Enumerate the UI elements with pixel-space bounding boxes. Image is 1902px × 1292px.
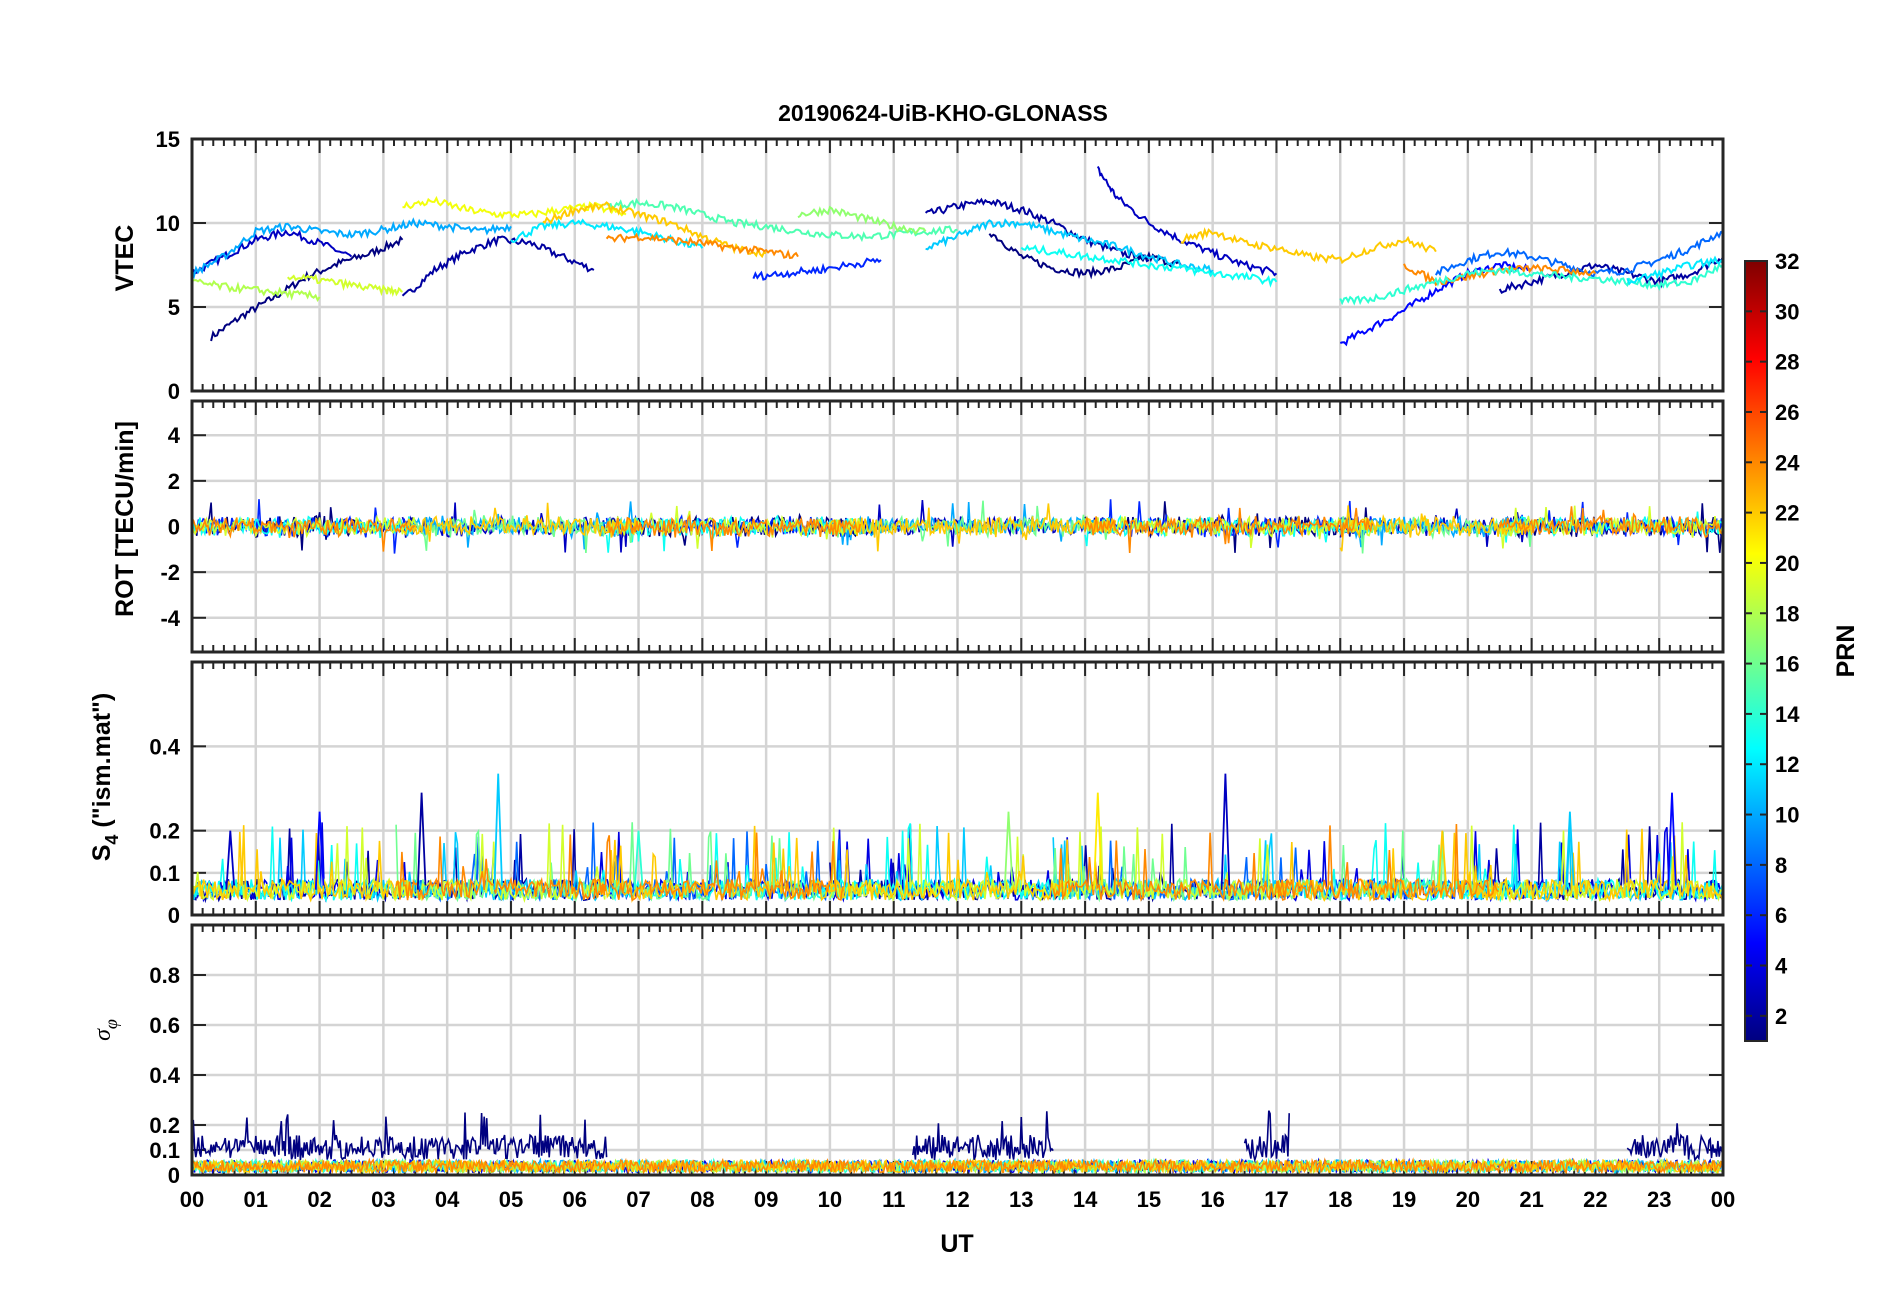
vtec-axis-label: VTEC bbox=[111, 225, 139, 292]
x-tick-label: 17 bbox=[1264, 1187, 1288, 1212]
x-tick-label: 01 bbox=[244, 1187, 268, 1212]
x-tick-label: 04 bbox=[435, 1187, 460, 1212]
colorbar-gradient bbox=[1744, 260, 1768, 1042]
x-tick-labels: 00 01 02 03 04 05 06 07 08 09 10 11 12 13 14 15 16 17 18 19… bbox=[180, 1187, 1735, 1212]
colorbar-tick-label: 32 bbox=[1775, 249, 1799, 274]
colorbar-tick-label: 30 bbox=[1775, 299, 1799, 324]
panel-rot: -4 -2 0 2 4 bbox=[160, 399, 1725, 654]
x-tick-label: 12 bbox=[945, 1187, 969, 1212]
colorbar-tick-label: 14 bbox=[1775, 702, 1800, 727]
x-tick-label: 14 bbox=[1073, 1187, 1098, 1212]
x-tick-label: 09 bbox=[754, 1187, 778, 1212]
x-tick-label: 10 bbox=[818, 1187, 842, 1212]
s4-axis-label: S4 ("ism.mat") bbox=[88, 693, 122, 862]
y-tick-label: 0 bbox=[168, 903, 180, 928]
rot-axis-label: ROT [TECU/min] bbox=[111, 421, 139, 617]
x-tick-label: 07 bbox=[626, 1187, 650, 1212]
colorbar-tick-label: 12 bbox=[1775, 752, 1799, 777]
y-tick-label: 0.4 bbox=[149, 734, 180, 759]
x-tick-label: 00 bbox=[1711, 1187, 1735, 1212]
x-tick-label: 11 bbox=[882, 1187, 905, 1212]
x-tick-label: 15 bbox=[1137, 1187, 1161, 1212]
x-tick-label: 23 bbox=[1647, 1187, 1671, 1212]
svg-text:σφ: σφ bbox=[90, 1019, 121, 1041]
colorbar-label: PRN bbox=[1832, 625, 1860, 678]
s4-label-rest: ("ism.mat") bbox=[88, 693, 116, 835]
figure: 20190624-UiB-KHO-GLONASS 051015 -4-2024 … bbox=[88, 100, 1860, 1258]
y-tick-label: 0.1 bbox=[149, 861, 180, 886]
colorbar-tick-label: 26 bbox=[1775, 400, 1799, 425]
colorbar-tick-label: 4 bbox=[1775, 954, 1788, 979]
x-tick-label: 00 bbox=[180, 1187, 204, 1212]
y-tick-label: 0.2 bbox=[149, 1113, 180, 1138]
y-tick-label: 0.2 bbox=[149, 819, 180, 844]
panel-sigma-phi: 00.10.2 0.4 0.6 0.8 bbox=[149, 923, 1725, 1188]
x-tick-label: 02 bbox=[307, 1187, 331, 1212]
x-tick-label: 13 bbox=[1009, 1187, 1033, 1212]
x-tick-label: 22 bbox=[1583, 1187, 1607, 1212]
y-tick-label: 5 bbox=[168, 295, 180, 320]
chart-title: 20190624-UiB-KHO-GLONASS bbox=[778, 100, 1108, 126]
colorbar-tick-label: 2 bbox=[1775, 1004, 1787, 1029]
x-axis-label: UT bbox=[940, 1230, 973, 1258]
y-tick-label: 0 bbox=[168, 515, 180, 540]
x-tick-label: 18 bbox=[1328, 1187, 1352, 1212]
colorbar-tick-label: 28 bbox=[1775, 350, 1799, 375]
s4-label-sub: 4 bbox=[102, 835, 122, 845]
y-tick-label: 10 bbox=[156, 211, 180, 236]
colorbar-tick-label: 10 bbox=[1775, 803, 1799, 828]
y-tick-label: 0.1 bbox=[149, 1138, 180, 1163]
x-tick-label: 19 bbox=[1392, 1187, 1416, 1212]
x-tick-label: 06 bbox=[563, 1187, 587, 1212]
svg-text:S4 ("ism.mat"): S4 ("ism.mat") bbox=[88, 693, 122, 862]
y-tick-label: 0.8 bbox=[149, 963, 180, 988]
x-tick-label: 21 bbox=[1519, 1187, 1543, 1212]
colorbar-tick-label: 6 bbox=[1775, 903, 1787, 928]
x-tick-label: 05 bbox=[499, 1187, 523, 1212]
panel-s4: 0 0.1 0.2 0.4 bbox=[149, 660, 1725, 928]
y-tick-label: 0.6 bbox=[149, 1013, 180, 1038]
s4-label-main: S bbox=[88, 845, 116, 862]
y-tick-label: -4 bbox=[160, 606, 180, 631]
colorbar-tick-label: 16 bbox=[1775, 652, 1799, 677]
x-tick-label: 03 bbox=[371, 1187, 395, 1212]
y-tick-label: 0.4 bbox=[149, 1063, 180, 1088]
x-tick-label: 20 bbox=[1456, 1187, 1480, 1212]
colorbar: 2468101214161820222426283032 bbox=[1744, 249, 1800, 1042]
x-tick-label: 08 bbox=[690, 1187, 714, 1212]
y-tick-label: 0 bbox=[168, 1163, 180, 1188]
y-tick-label: -2 bbox=[160, 560, 180, 585]
panel-vtec: 0 5 10 15 bbox=[156, 127, 1725, 404]
y-tick-label: 0 bbox=[168, 379, 180, 404]
sigma-axis-label: σφ bbox=[90, 1019, 121, 1041]
y-tick-label: 4 bbox=[168, 423, 181, 448]
colorbar-tick-label: 20 bbox=[1775, 551, 1799, 576]
y-tick-label: 15 bbox=[156, 127, 180, 152]
colorbar-tick-label: 8 bbox=[1775, 853, 1787, 878]
sigma-label-sub: φ bbox=[101, 1019, 121, 1029]
x-tick-label: 16 bbox=[1200, 1187, 1224, 1212]
colorbar-tick-label: 22 bbox=[1775, 501, 1799, 526]
colorbar-tick-label: 24 bbox=[1775, 450, 1800, 475]
colorbar-tick-label: 18 bbox=[1775, 601, 1799, 626]
y-tick-label: 2 bbox=[168, 469, 180, 494]
